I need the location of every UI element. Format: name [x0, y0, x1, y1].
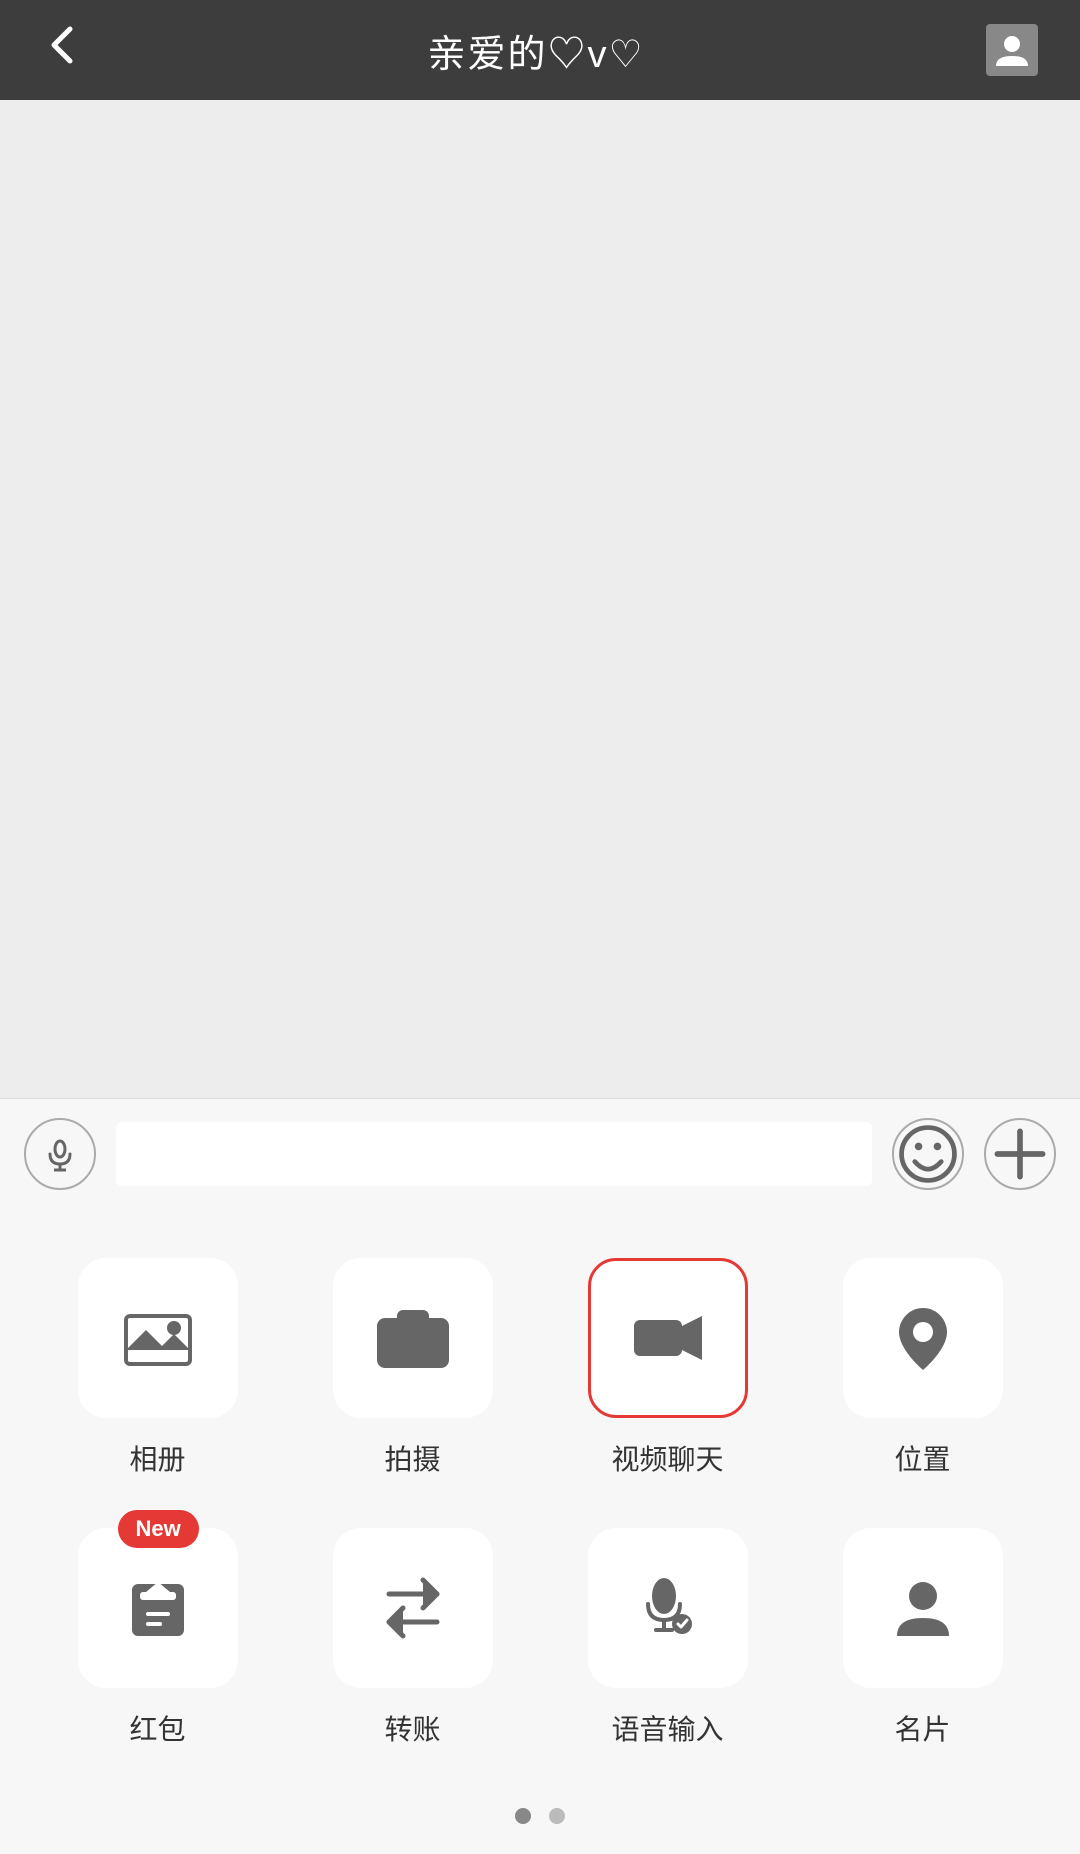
transfer-icon-box	[333, 1528, 493, 1688]
album-label: 相册	[129, 1438, 185, 1478]
header: 亲爱的♡v♡	[0, 0, 1080, 100]
video-chat-icon-box	[588, 1258, 748, 1418]
action-item-album[interactable]: 相册	[58, 1258, 258, 1478]
pagination-dot-1[interactable]	[515, 1808, 531, 1824]
location-label: 位置	[894, 1438, 950, 1478]
album-icon-box	[78, 1258, 238, 1418]
chat-area	[0, 100, 1080, 1098]
location-icon-box	[843, 1258, 1003, 1418]
emoji-button[interactable]	[892, 1118, 964, 1190]
pagination	[0, 1788, 1080, 1854]
chat-title: 亲爱的♡v♡	[427, 23, 644, 78]
voice-input-icon-box	[588, 1528, 748, 1688]
message-input[interactable]	[116, 1122, 872, 1186]
business-card-label: 名片	[894, 1708, 950, 1748]
action-item-business-card[interactable]: 名片	[823, 1528, 1023, 1748]
action-item-transfer[interactable]: 转账	[313, 1528, 513, 1748]
transfer-label: 转账	[384, 1708, 440, 1748]
action-item-video-chat[interactable]: 视频聊天	[568, 1258, 768, 1478]
camera-icon-box	[333, 1258, 493, 1418]
action-row-2: New 红包 转账	[30, 1528, 1050, 1748]
action-item-camera[interactable]: 拍摄	[313, 1258, 513, 1478]
action-row-1: 相册 拍摄 视频聊天	[30, 1258, 1050, 1478]
action-item-location[interactable]: 位置	[823, 1258, 1023, 1478]
action-item-voice-input[interactable]: 语音输入	[568, 1528, 768, 1748]
camera-label: 拍摄	[384, 1438, 440, 1478]
back-button[interactable]	[40, 21, 88, 80]
profile-button[interactable]	[984, 22, 1040, 78]
pagination-dot-2[interactable]	[549, 1808, 565, 1824]
voice-button[interactable]	[24, 1118, 96, 1190]
new-badge: New	[118, 1510, 199, 1548]
voice-input-label: 语音输入	[611, 1708, 723, 1748]
action-panel: 相册 拍摄 视频聊天	[0, 1208, 1080, 1788]
business-card-icon-box	[843, 1528, 1003, 1688]
more-button[interactable]	[984, 1118, 1056, 1190]
input-bar	[0, 1098, 1080, 1208]
red-packet-icon-box	[78, 1528, 238, 1688]
action-item-red-packet[interactable]: New 红包	[58, 1528, 258, 1748]
red-packet-label: 红包	[129, 1708, 185, 1748]
video-chat-label: 视频聊天	[611, 1438, 723, 1478]
